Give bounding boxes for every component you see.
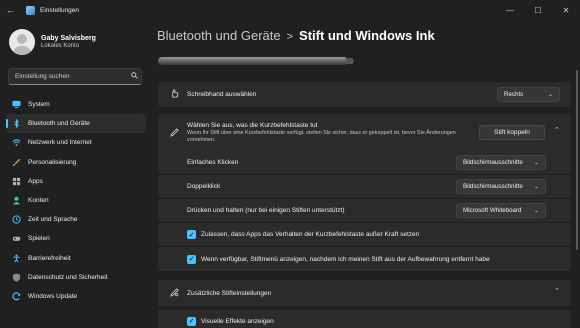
sidebar-item-label: Bluetooth und Geräte [28,120,90,128]
pen-menu-checkbox[interactable]: ✓ [187,254,196,264]
sidebar-item-gaming[interactable]: Spielen [6,229,146,248]
chevron-down-icon: ⌄ [533,160,539,166]
sidebar: Gaby Salvisberg Lokales Konto Einstellun… [0,20,150,328]
brush-icon [12,158,21,167]
sidebar-item-label: Windows Update [28,292,78,300]
wifi-icon [12,138,21,147]
pen-menu-label: Wenn verfügbar, Stiftmenü anzeigen, nach… [201,255,490,263]
sidebar-item-time-language[interactable]: Zeit und Sprache [6,210,146,229]
window-title: Einstellungen [40,6,80,14]
sidebar-item-label: Zeit und Sprache [28,216,78,224]
apps-icon [12,177,21,186]
profile-text: Gaby Salvisberg Lokales Konto [41,35,96,49]
user-profile[interactable]: Gaby Salvisberg Lokales Konto [9,29,96,55]
shield-icon [12,273,21,282]
breadcrumb-parent[interactable]: Bluetooth und Geräte [157,28,281,43]
chevron-up-icon[interactable]: ⌃ [554,287,560,295]
sidebar-item-bluetooth[interactable]: Bluetooth und Geräte [6,114,146,134]
update-icon [12,292,21,301]
shortcut-text: Wählen Sie aus, was die Kurzbefehlstaste… [187,122,482,144]
sidebar-item-accounts[interactable]: Konten [6,191,146,210]
sidebar-item-label: Konten [28,197,49,205]
pair-pen-button[interactable]: Stift koppeln [479,125,545,140]
allow-apps-override-label: Zulassen, dass Apps das Verhalten der Ku… [201,231,420,238]
sidebar-item-accessibility[interactable]: Barrierefreiheit [6,249,146,268]
pen-settings-icon [167,287,181,299]
minimize-button[interactable]: — [496,0,524,20]
bluetooth-icon [12,119,21,129]
monitor-icon [12,100,21,109]
sidebar-item-windows-update[interactable]: Windows Update [6,287,146,306]
additional-pen-settings-header[interactable]: Zusätzliche Stifteinstellungen ⌃ [158,280,571,306]
profile-account-type: Lokales Konto [41,43,80,49]
maximize-button[interactable]: ☐ [524,0,552,20]
back-icon[interactable]: ← [6,5,22,15]
shortcut-description: Wenn Ihr Stift über eine Kurzbefehlstast… [187,130,456,143]
accessibility-icon [12,254,21,263]
double-click-row: Doppelklick Bildschirmausschnitte ⌄ [158,175,571,198]
nav-list: System Bluetooth und Geräte Netzwerk und… [6,95,146,306]
sidebar-item-personalization[interactable]: Personalisierung [6,153,146,172]
breadcrumb-separator: > [286,31,294,43]
press-hold-label: Drücken und halten (nur bei einigen Stif… [187,207,345,214]
sidebar-item-label: Personalisierung [28,158,77,166]
sidebar-item-apps[interactable]: Apps [6,172,146,191]
window-controls: — ☐ ✕ [496,0,580,20]
sidebar-item-label: Datenschutz und Sicherheit [28,273,108,281]
press-hold-dropdown[interactable]: Microsoft Whiteboard ⌄ [456,203,546,218]
allow-apps-override-checkbox[interactable]: ✓ [187,230,196,239]
handedness-dropdown[interactable]: Rechts ⌄ [497,87,560,102]
double-click-label: Doppelklick [187,183,221,190]
breadcrumb: Bluetooth und Geräte > Stift und Windows… [157,28,435,43]
visual-effects-row: ✓ Visuelle Effekte anzeigen [158,310,571,328]
search-icon[interactable] [127,72,141,81]
press-hold-value: Microsoft Whiteboard [463,207,522,214]
double-click-value: Bildschirmausschnitte [463,183,523,190]
additional-pen-settings-label: Zusätzliche Stifteinstellungen [187,289,272,297]
profile-name: Gaby Salvisberg [41,35,96,42]
close-button[interactable]: ✕ [552,0,580,20]
hand-icon [167,89,181,100]
chevron-down-icon: ⌄ [547,92,553,98]
single-click-label: Einfaches Klicken [187,159,239,166]
visual-effects-label: Visuelle Effekte anzeigen [201,317,274,325]
sidebar-item-label: Spielen [28,235,50,243]
page-title: Stift und Windows Ink [299,28,435,43]
shortcut-section-header[interactable]: Wählen Sie aus, was die Kurzbefehlstaste… [158,114,571,152]
chevron-down-icon: ⌄ [533,184,539,190]
chevron-up-icon[interactable]: ⌃ [554,126,560,134]
avatar [9,29,35,55]
sidebar-item-system[interactable]: System [6,95,146,114]
visual-effects-checkbox[interactable]: ✓ [187,316,196,326]
person-icon [12,196,21,205]
single-click-value: Bildschirmausschnitte [463,159,523,166]
search-input[interactable]: Einstellung suchen [15,73,127,80]
clock-globe-icon [12,215,21,224]
sidebar-item-label: Apps [28,177,43,185]
title-bar: ← Einstellungen — ☐ ✕ [0,0,580,20]
scrollbar[interactable] [576,70,578,250]
sidebar-item-label: System [28,101,50,109]
gamepad-icon [12,234,21,243]
settings-app-icon [26,5,35,15]
sidebar-item-label: Barrierefreiheit [28,254,71,262]
press-hold-row: Drücken und halten (nur bei einigen Stif… [158,199,571,222]
main-content: Bluetooth und Geräte > Stift und Windows… [150,20,580,328]
sidebar-item-network[interactable]: Netzwerk und Internet [6,133,146,152]
sidebar-item-privacy[interactable]: Datenschutz und Sicherheit [6,268,146,287]
pen-menu-row: ✓ Wenn verfügbar, Stiftmenü anzeigen, na… [158,247,571,271]
single-click-dropdown[interactable]: Bildschirmausschnitte ⌄ [456,155,546,170]
pen-icon [167,127,181,139]
single-click-row: Einfaches Klicken Bildschirmausschnitte … [158,151,571,174]
search-box[interactable]: Einstellung suchen [8,68,142,85]
pen-illustration [158,57,354,65]
sidebar-item-label: Netzwerk und Internet [28,139,92,147]
double-click-dropdown[interactable]: Bildschirmausschnitte ⌄ [456,179,546,194]
allow-apps-override-row: ✓ Zulassen, dass Apps das Verhalten der … [158,223,571,246]
chevron-down-icon: ⌄ [533,208,539,214]
handedness-value: Rechts [504,91,524,98]
shortcut-label: Wählen Sie aus, was die Kurzbefehlstaste… [187,122,318,130]
handedness-row: Schreibhand auswählen Rechts ⌄ [158,82,571,107]
handedness-label: Schreibhand auswählen [187,91,257,98]
